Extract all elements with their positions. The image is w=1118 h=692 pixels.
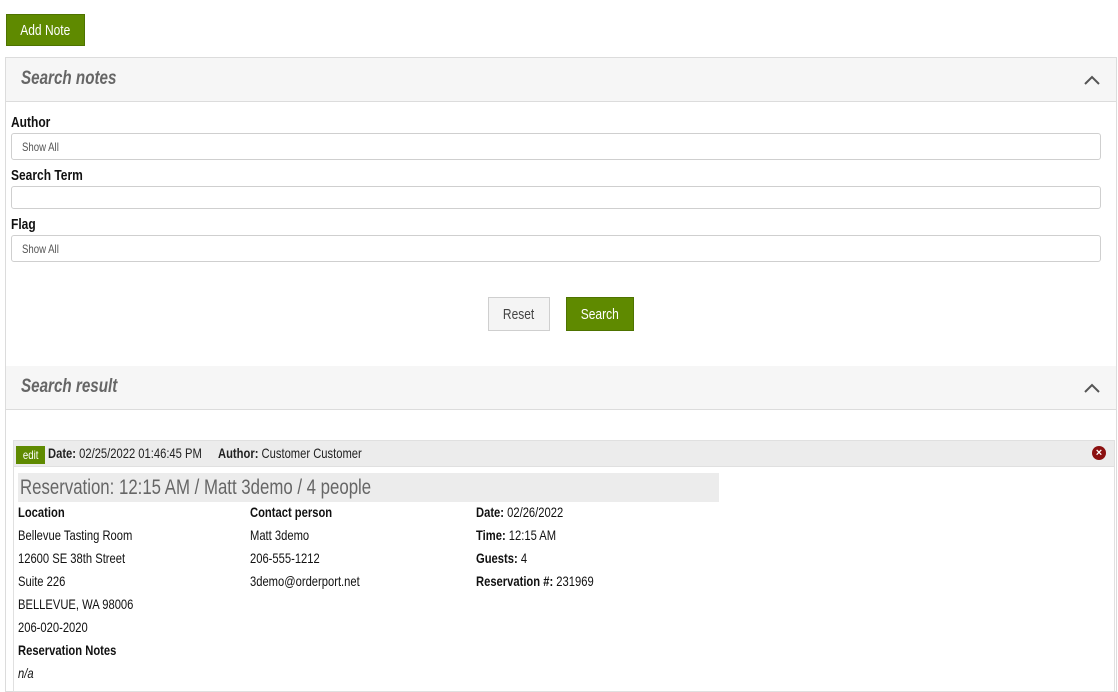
res-guests-label: Guests: <box>476 550 518 566</box>
reservation-title-text: Reservation: 12:15 AM / Matt 3demo / 4 p… <box>20 476 372 499</box>
search-result-title: Search result <box>21 376 118 397</box>
add-note-button[interactable]: Add Note <box>6 14 85 46</box>
note-author: Author: Customer Customer <box>218 445 362 461</box>
close-icon[interactable]: × <box>1092 446 1106 460</box>
details-column: Date: 02/26/2022 Time: 12:15 AM Guests: … <box>476 503 623 595</box>
location-street: 12600 SE 38th Street <box>18 550 126 566</box>
res-time-value: 12:15 AM <box>508 527 557 543</box>
res-date-value: 02/26/2022 <box>507 504 564 520</box>
edit-label: edit <box>22 448 39 462</box>
flag-select[interactable]: Show All <box>11 235 1101 262</box>
search-notes-title: Search notes <box>21 68 117 89</box>
reservation-notes-label: Reservation Notes <box>18 642 117 658</box>
res-guests-value: 4 <box>520 550 528 566</box>
location-phone: 206-020-2020 <box>18 619 88 635</box>
note-date: Date: 02/25/2022 01:46:45 PM <box>48 445 202 461</box>
note-header-bar: edit Date: 02/25/2022 01:46:45 PM Author… <box>13 440 1115 467</box>
contact-name: Matt 3demo <box>250 527 310 543</box>
reservation-title: Reservation: 12:15 AM / Matt 3demo / 4 p… <box>18 473 719 502</box>
note-date-label: Date: <box>48 445 77 461</box>
note-date-value: 02/25/2022 01:46:45 PM <box>79 445 202 461</box>
reset-button[interactable]: Reset <box>488 297 550 331</box>
author-select-value: Show All <box>22 140 59 154</box>
res-time-label: Time: <box>476 527 506 543</box>
chevron-up-icon[interactable] <box>1082 378 1102 398</box>
res-number-value: 231969 <box>556 573 594 589</box>
location-suite: Suite 226 <box>18 573 66 589</box>
note-author-value: Customer Customer <box>261 445 362 461</box>
note-author-label: Author: <box>218 445 259 461</box>
search-label: Search <box>580 305 620 323</box>
search-notes-panel: Search notes Author Show All Search Term… <box>5 57 1117 367</box>
chevron-up-icon[interactable] <box>1082 70 1102 90</box>
search-result-header[interactable]: Search result <box>6 366 1116 410</box>
contact-column: Contact person Matt 3demo 206-555-1212 3… <box>250 503 387 595</box>
location-label: Location <box>18 504 65 520</box>
res-date-label: Date: <box>476 504 505 520</box>
search-term-label: Search Term <box>11 167 83 184</box>
contact-phone: 206-555-1212 <box>250 550 320 566</box>
flag-select-value: Show All <box>22 242 59 256</box>
note-body: Reservation: 12:15 AM / Matt 3demo / 4 p… <box>13 467 1115 692</box>
contact-email: 3demo@orderport.net <box>250 573 360 589</box>
search-result-panel: Search result edit Date: 02/25/2022 01:4… <box>5 366 1117 692</box>
reservation-notes-value: n/a <box>18 665 34 681</box>
flag-label: Flag <box>11 216 36 233</box>
edit-button[interactable]: edit <box>16 446 45 464</box>
location-city: BELLEVUE, WA 98006 <box>18 596 134 612</box>
contact-label: Contact person <box>250 504 333 520</box>
res-number-label: Reservation #: <box>476 573 554 589</box>
add-note-label: Add Note <box>20 21 71 39</box>
search-button[interactable]: Search <box>566 297 634 331</box>
author-select[interactable]: Show All <box>11 133 1101 160</box>
location-column: Location Bellevue Tasting Room 12600 SE … <box>18 503 162 687</box>
author-label: Author <box>11 114 51 131</box>
location-name: Bellevue Tasting Room <box>18 527 133 543</box>
search-term-input[interactable] <box>11 186 1101 209</box>
search-notes-header[interactable]: Search notes <box>6 58 1116 102</box>
reset-label: Reset <box>503 305 535 323</box>
